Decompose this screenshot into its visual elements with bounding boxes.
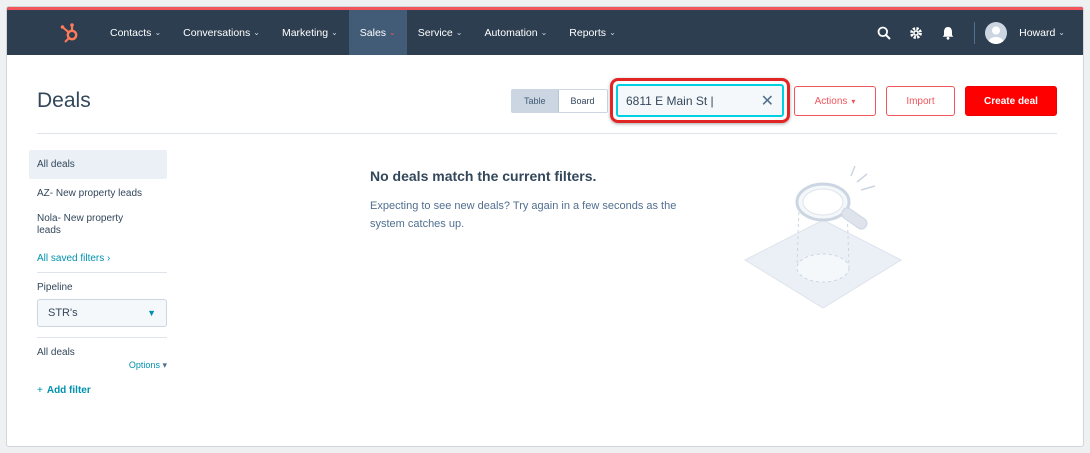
import-button[interactable]: Import xyxy=(886,86,955,116)
sidebar-divider xyxy=(37,272,167,273)
chevron-down-icon: ⌄ xyxy=(1058,28,1065,37)
sidebar: All deals AZ- New property leads Nola- N… xyxy=(29,150,167,396)
nav-label: Service xyxy=(417,26,453,39)
nav-automation[interactable]: Automation ⌄ xyxy=(473,10,558,55)
nav-sales[interactable]: Sales ⌄ xyxy=(348,10,407,55)
user-menu[interactable]: Howard ⌄ xyxy=(1019,27,1065,39)
nav-reports[interactable]: Reports ⌄ xyxy=(558,10,626,55)
all-saved-filters-link[interactable]: All saved filters › xyxy=(29,253,167,264)
add-filter-label: Add filter xyxy=(46,385,91,396)
options-label: Options xyxy=(128,360,160,370)
nav-marketing[interactable]: Marketing ⌄ xyxy=(271,10,349,55)
add-filter-button[interactable]: + Add filter xyxy=(29,385,167,396)
chevron-down-icon: ⌄ xyxy=(609,28,616,37)
options-dropdown[interactable]: Options ▾ xyxy=(29,360,167,371)
nav-conversations[interactable]: Conversations ⌄ xyxy=(172,10,271,55)
top-navigation: Contacts ⌄ Conversations ⌄ Marketing ⌄ Sale… xyxy=(7,7,1083,55)
nav-utilities: Howard ⌄ xyxy=(868,10,1065,55)
actions-button[interactable]: Actions ▾ xyxy=(794,86,876,116)
pipeline-value: STR's xyxy=(48,307,78,319)
chevron-right-icon: › xyxy=(107,253,111,264)
hubspot-logo-icon[interactable] xyxy=(59,22,81,44)
user-name: Howard xyxy=(1019,26,1056,39)
filter-section-label: All deals xyxy=(37,347,75,358)
nav-label: Marketing xyxy=(281,26,329,39)
view-toggle: Table Board xyxy=(511,89,608,113)
chevron-down-icon: ⌄ xyxy=(154,28,162,37)
gear-icon[interactable] xyxy=(900,10,932,55)
nav-divider xyxy=(974,21,976,44)
search-icon[interactable] xyxy=(868,10,900,55)
nav-label: Contacts xyxy=(110,26,152,39)
nav-label: Reports xyxy=(569,26,607,39)
actions-label: Actions xyxy=(814,95,848,107)
table-view-button[interactable]: Table xyxy=(512,90,559,112)
caret-down-icon: ▾ xyxy=(162,360,167,370)
nav-contacts[interactable]: Contacts ⌄ xyxy=(99,10,172,55)
pipeline-select[interactable]: STR's ▼ xyxy=(37,299,167,327)
chevron-down-icon: ⌄ xyxy=(253,28,260,37)
chevron-down-icon: ⌄ xyxy=(455,28,463,37)
nav-label: Automation xyxy=(484,26,538,39)
plus-icon: + xyxy=(37,385,43,396)
bell-icon[interactable] xyxy=(932,10,964,55)
pipeline-label: Pipeline xyxy=(37,282,73,293)
empty-state-title: No deals match the current filters. xyxy=(370,168,597,184)
nav-label: Sales xyxy=(359,26,387,39)
sidebar-item-all-deals[interactable]: All deals xyxy=(29,150,167,179)
app-window: Contacts ⌄ Conversations ⌄ Marketing ⌄ Sale… xyxy=(6,6,1084,447)
main-nav: Contacts ⌄ Conversations ⌄ Marketing ⌄ Sale… xyxy=(99,10,627,55)
saved-filters-label: All saved filters xyxy=(37,253,105,264)
nav-service[interactable]: Service ⌄ xyxy=(407,10,474,55)
sidebar-divider xyxy=(37,337,167,338)
clear-search-icon[interactable]: ✕ xyxy=(761,91,774,111)
search-box: ✕ xyxy=(616,84,784,117)
header-divider xyxy=(37,133,1057,134)
empty-state-text: Expecting to see new deals? Try again in… xyxy=(370,200,677,230)
nav-label: Conversations xyxy=(183,26,251,39)
chevron-down-icon: ⌄ xyxy=(540,28,548,37)
sidebar-item-nola-leads[interactable]: Nola- New property leads xyxy=(29,213,149,237)
search-input[interactable] xyxy=(626,93,746,108)
sidebar-item-az-leads[interactable]: AZ- New property leads xyxy=(29,188,167,199)
page-title: Deals xyxy=(37,89,91,112)
board-view-button[interactable]: Board xyxy=(559,90,607,112)
magnifying-glass-illustration-icon xyxy=(743,162,903,312)
caret-down-icon: ▾ xyxy=(851,96,856,106)
caret-down-icon: ▼ xyxy=(147,308,156,318)
chevron-down-icon: ⌄ xyxy=(389,28,396,37)
create-deal-button[interactable]: Create deal xyxy=(965,86,1057,116)
chevron-down-icon: ⌄ xyxy=(331,28,338,37)
avatar[interactable] xyxy=(985,21,1008,44)
